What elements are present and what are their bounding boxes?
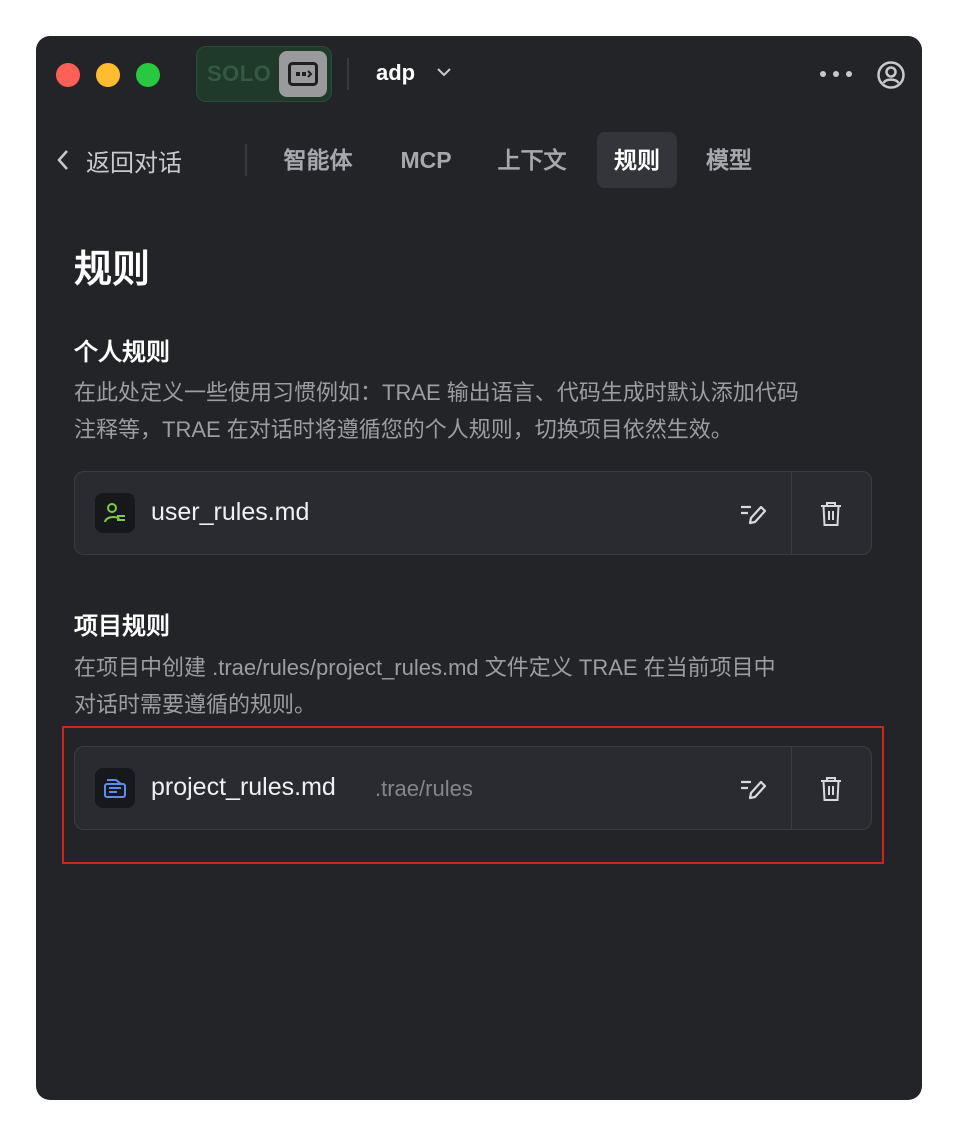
trash-icon[interactable] (819, 500, 843, 528)
page-title: 规则 (74, 249, 151, 291)
title-divider (347, 58, 349, 90)
tab-mcp[interactable]: MCP (386, 132, 466, 188)
back-label: 返回对话 (86, 149, 182, 177)
solo-label: SOLO (207, 61, 272, 86)
minimize-window-button[interactable] (96, 63, 120, 87)
project-rules-title: 项目规则 (74, 613, 170, 640)
terminal-icon (288, 62, 318, 86)
personal-rules-title: 个人规则 (74, 339, 170, 366)
tab-rules[interactable]: 规则 (597, 132, 677, 188)
project-desc-line-1: 在项目中创建 .trae/rules/project_rules.md 文件定义… (74, 655, 776, 680)
tab-agents[interactable]: 智能体 (270, 132, 366, 188)
user-rules-filename[interactable]: user_rules.md (151, 498, 309, 527)
settings-window: SOLO adp 返回对话 智能体 MCP 上下文 规则 模型 规则 个人规则 … (36, 36, 922, 1100)
project-rules-description: 在项目中创建 .trae/rules/project_rules.md 文件定义… (74, 649, 874, 723)
solo-toggle-knob (279, 51, 327, 97)
personal-desc-line-2: 注释等，TRAE 在对话时将遵循您的个人规则，切换项目依然生效。 (74, 417, 733, 442)
user-rules-card[interactable]: user_rules.md (74, 471, 872, 555)
zoom-window-button[interactable] (136, 63, 160, 87)
settings-tabs: 返回对话 智能体 MCP 上下文 规则 模型 (36, 132, 922, 188)
tab-models[interactable]: 模型 (689, 132, 769, 188)
title-bar: SOLO adp (36, 36, 922, 112)
personal-desc-line-1: 在此处定义一些使用习惯例如：TRAE 输出语言、代码生成时默认添加代码 (74, 380, 799, 405)
personal-rules-description: 在此处定义一些使用习惯例如：TRAE 输出语言、代码生成时默认添加代码 注释等，… (74, 374, 874, 448)
annotation-highlight-box (62, 726, 884, 864)
card-divider (791, 472, 792, 554)
project-desc-line-2: 对话时需要遵循的规则。 (74, 692, 317, 717)
more-icon[interactable] (818, 64, 854, 84)
user-rules-icon (95, 493, 135, 533)
close-window-button[interactable] (56, 63, 80, 87)
tabs-divider (245, 144, 247, 176)
tab-context[interactable]: 上下文 (484, 132, 580, 188)
project-name[interactable]: adp (376, 60, 415, 86)
solo-mode-toggle[interactable]: SOLO (196, 46, 332, 102)
chevron-down-icon[interactable] (436, 66, 452, 78)
back-to-chat-button[interactable]: 返回对话 (56, 142, 182, 178)
account-icon[interactable] (876, 60, 906, 90)
edit-icon[interactable] (739, 500, 767, 528)
chevron-left-icon (57, 150, 68, 170)
